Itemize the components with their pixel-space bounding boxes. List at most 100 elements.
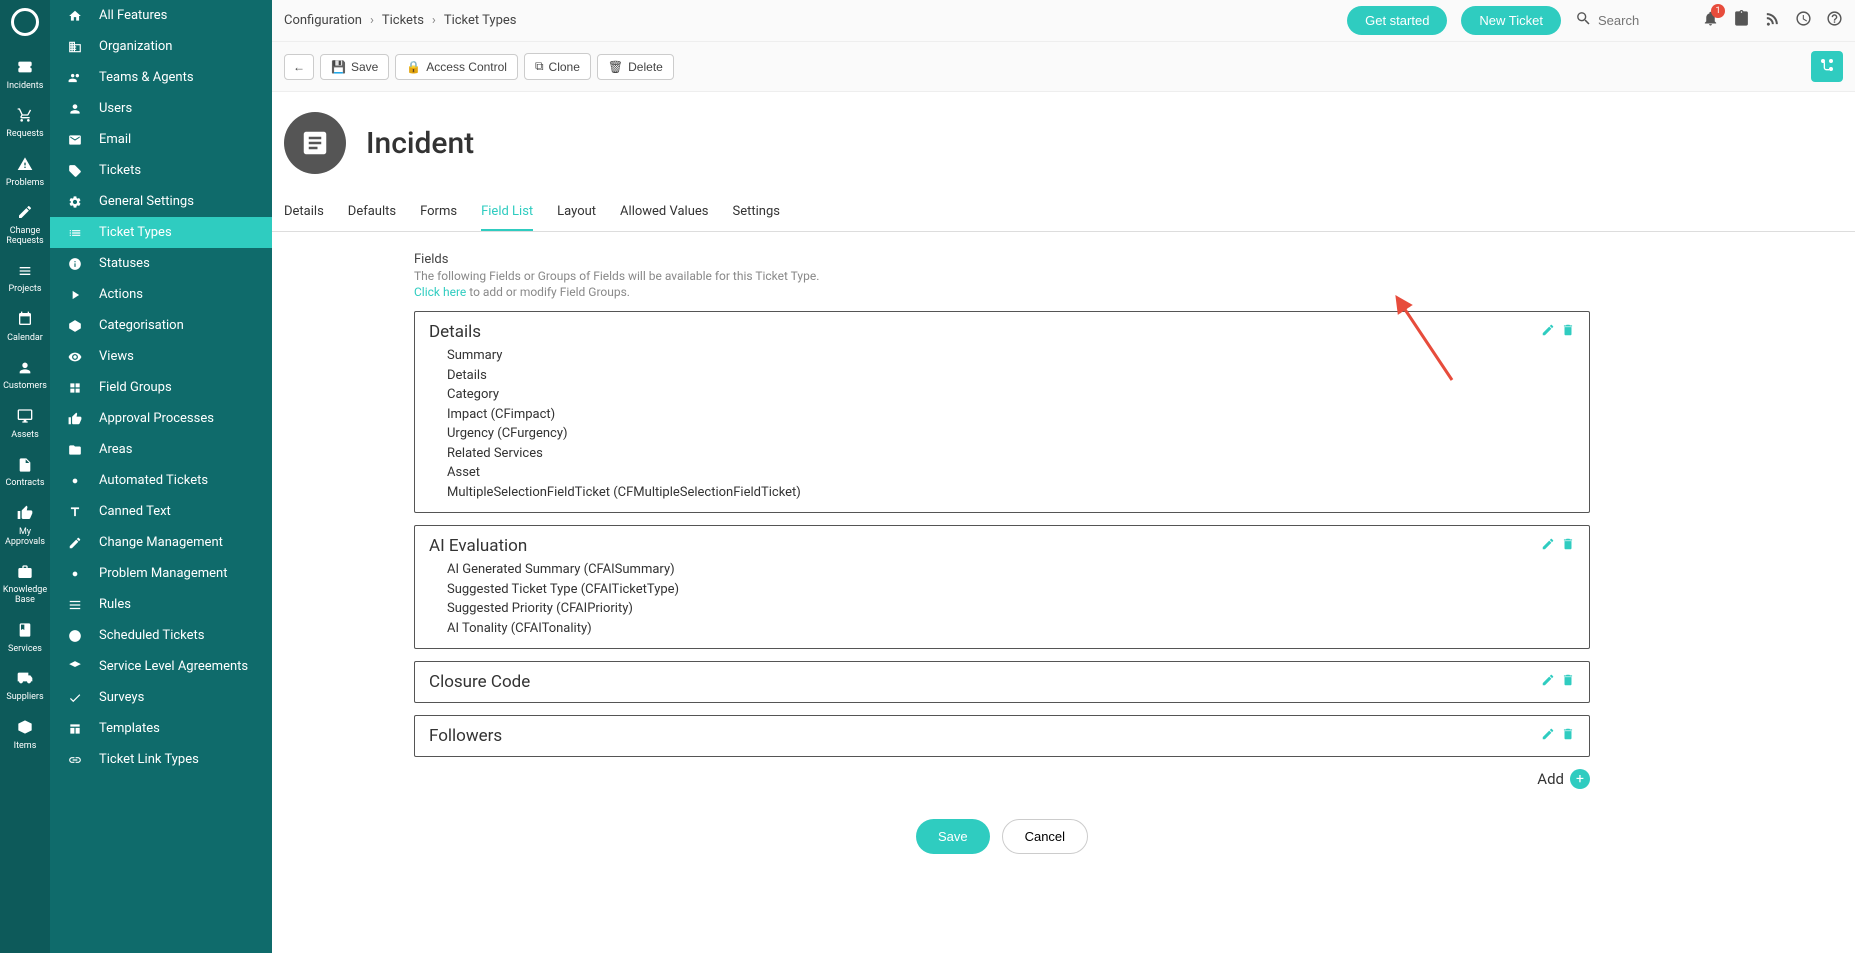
field-item: Urgency (CFurgency) <box>447 424 1575 444</box>
get-started-button[interactable]: Get started <box>1347 6 1447 35</box>
sidebar-item-field-groups[interactable]: Field Groups <box>50 372 272 403</box>
notifications-icon[interactable]: 1 <box>1702 10 1719 32</box>
new-ticket-button[interactable]: New Ticket <box>1461 6 1561 35</box>
grid-icon <box>65 381 85 395</box>
sidebar-item-automated-tickets[interactable]: Automated Tickets <box>50 465 272 496</box>
check-icon <box>65 691 85 705</box>
clipboard-icon[interactable] <box>1733 10 1750 32</box>
sidebar-item-service-level-agreements[interactable]: Service Level Agreements <box>50 651 272 682</box>
add-group-row: Add + <box>414 769 1590 789</box>
tab-layout[interactable]: Layout <box>557 194 596 231</box>
sidebar-item-actions[interactable]: Actions <box>50 279 272 310</box>
breadcrumb-item[interactable]: Configuration <box>284 13 362 28</box>
sidebar-item-rules[interactable]: Rules <box>50 589 272 620</box>
sidebar-item-scheduled-tickets[interactable]: Scheduled Tickets <box>50 620 272 651</box>
sidebar-item-teams-&-agents[interactable]: Teams & Agents <box>50 62 272 93</box>
clone-button[interactable]: ⧉ Clone <box>524 53 591 80</box>
lock-icon: 🔒 <box>406 60 421 74</box>
footer-cancel-button[interactable]: Cancel <box>1002 819 1088 854</box>
rail-item-suppliers[interactable]: Suppliers <box>0 662 50 710</box>
add-group-button[interactable]: + <box>1570 769 1590 789</box>
access-control-button[interactable]: 🔒 Access Control <box>395 54 518 80</box>
rail-item-problems[interactable]: Problems <box>0 148 50 196</box>
person-icon <box>17 360 33 380</box>
edit-group-icon[interactable] <box>1541 673 1555 691</box>
edit-group-icon[interactable] <box>1541 727 1555 745</box>
sidebar-item-views[interactable]: Views <box>50 341 272 372</box>
rail-item-knowledge-base[interactable]: Knowledge Base <box>0 556 50 614</box>
tab-allowed-values[interactable]: Allowed Values <box>620 194 708 231</box>
tab-forms[interactable]: Forms <box>420 194 457 231</box>
sidebar-item-canned-text[interactable]: Canned Text <box>50 496 272 527</box>
rail-item-assets[interactable]: Assets <box>0 400 50 448</box>
sidebar-item-ticket-link-types[interactable]: Ticket Link Types <box>50 744 272 775</box>
rail-item-my-approvals[interactable]: My Approvals <box>0 497 50 555</box>
delete-group-icon[interactable] <box>1561 323 1575 341</box>
tab-defaults[interactable]: Defaults <box>348 194 396 231</box>
sidebar-item-tickets[interactable]: Tickets <box>50 155 272 186</box>
sidebar-item-approval-processes[interactable]: Approval Processes <box>50 403 272 434</box>
box-icon <box>17 564 33 584</box>
sidebar-item-organization[interactable]: Organization <box>50 31 272 62</box>
book-icon <box>17 622 33 642</box>
gear-icon <box>65 195 85 209</box>
sidebar-item-templates[interactable]: Templates <box>50 713 272 744</box>
home-icon <box>65 9 85 23</box>
tabs: Details Defaults Forms Field List Layout Allo… <box>272 194 1855 232</box>
field-item: Summary <box>447 346 1575 366</box>
save-button[interactable]: 💾 Save <box>320 54 389 80</box>
sidebar-item-statuses[interactable]: Statuses <box>50 248 272 279</box>
fields-heading: Fields <box>414 252 1590 267</box>
rail-item-requests[interactable]: Requests <box>0 99 50 147</box>
delete-group-icon[interactable] <box>1561 673 1575 691</box>
branch-button[interactable] <box>1811 51 1843 82</box>
sidebar-item-users[interactable]: Users <box>50 93 272 124</box>
sidebar-item-general-settings[interactable]: General Settings <box>50 186 272 217</box>
sidebar-item-email[interactable]: Email <box>50 124 272 155</box>
back-button[interactable]: ← <box>284 54 314 80</box>
rail-item-projects[interactable]: Projects <box>0 255 50 303</box>
search-icon[interactable] <box>1575 10 1592 32</box>
breadcrumb-item[interactable]: Tickets <box>382 13 424 28</box>
rail-item-services[interactable]: Services <box>0 614 50 662</box>
edit-group-icon[interactable] <box>1541 537 1555 555</box>
tab-field-list[interactable]: Field List <box>481 194 533 231</box>
rail-item-calendar[interactable]: Calendar <box>0 303 50 351</box>
edit-group-icon[interactable] <box>1541 323 1555 341</box>
rail-item-incidents[interactable]: Incidents <box>0 51 50 99</box>
tab-details[interactable]: Details <box>284 194 324 231</box>
delete-group-icon[interactable] <box>1561 537 1575 555</box>
rail-item-contracts[interactable]: Contracts <box>0 449 50 497</box>
content: Incident DetailsDefaultsFormsField ListL… <box>272 92 1855 953</box>
sidebar-item-surveys[interactable]: Surveys <box>50 682 272 713</box>
breadcrumb-item[interactable]: Ticket Types <box>444 13 517 28</box>
truck-icon <box>17 670 33 690</box>
tab-settings[interactable]: Settings <box>732 194 779 231</box>
delete-group-icon[interactable] <box>1561 727 1575 745</box>
field-list-area: Fields The following Fields or Groups of… <box>402 232 1602 904</box>
field-item: Asset <box>447 463 1575 483</box>
clock-icon[interactable] <box>1795 10 1812 32</box>
sidebar-item-all-features[interactable]: All Features <box>50 0 272 31</box>
rail-item-customers[interactable]: Customers <box>0 352 50 400</box>
logo[interactable] <box>11 8 39 36</box>
rail-item-items[interactable]: Items <box>0 711 50 759</box>
edit-icon <box>65 536 85 550</box>
group-title: Closure Code <box>429 672 530 692</box>
help-icon[interactable] <box>1826 10 1843 32</box>
search-input[interactable] <box>1598 13 1688 28</box>
field-group-details: DetailsSummaryDetailsCategoryImpact (CFi… <box>414 311 1590 513</box>
sidebar-item-problem-management[interactable]: Problem Management <box>50 558 272 589</box>
warning-icon <box>17 156 33 176</box>
field-item: Suggested Priority (CFAIPriority) <box>447 599 1575 619</box>
sidebar-item-categorisation[interactable]: Categorisation <box>50 310 272 341</box>
sidebar-item-areas[interactable]: Areas <box>50 434 272 465</box>
rail-item-change-requests[interactable]: Change Requests <box>0 196 50 254</box>
sidebar-item-change-management[interactable]: Change Management <box>50 527 272 558</box>
rss-icon[interactable] <box>1764 10 1781 32</box>
footer-save-button[interactable]: Save <box>916 819 990 854</box>
sidebar-item-ticket-types[interactable]: Ticket Types <box>50 217 272 248</box>
click-here-link[interactable]: Click here <box>414 285 466 299</box>
group-title: Followers <box>429 726 502 746</box>
delete-button[interactable]: 🗑 Delete <box>597 54 674 80</box>
